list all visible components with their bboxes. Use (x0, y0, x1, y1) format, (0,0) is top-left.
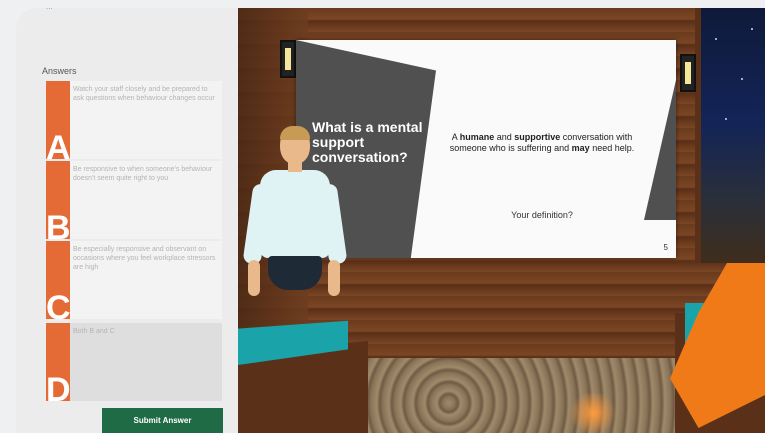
star-icon (741, 78, 743, 80)
definition-text: need help. (589, 143, 635, 153)
answer-text: Be responsive to when someone's behaviou… (73, 166, 213, 182)
star-icon (725, 118, 727, 120)
vr-scene: What is a mental support conversation? A… (238, 8, 765, 433)
avatar-hand (248, 260, 260, 296)
fire-glow (568, 393, 618, 433)
answer-option-a[interactable]: A Watch your staff closely and be prepar… (46, 81, 222, 165)
panel-header-text: ... (46, 8, 53, 11)
presentation-screen: What is a mental support conversation? A… (296, 40, 676, 258)
answer-text: Watch your staff closely and be prepared… (73, 86, 215, 102)
wall-lamp-icon (680, 54, 696, 92)
slide-page-number: 5 (663, 243, 668, 252)
star-icon (715, 38, 717, 40)
night-window (695, 8, 765, 263)
answer-text: Be especially responsive and observant o… (73, 246, 216, 271)
answer-letter: B (46, 209, 71, 247)
answers-label: Answers (42, 66, 77, 76)
submit-answer-button[interactable]: Submit Answer (102, 408, 223, 433)
answer-option-c[interactable]: C Be especially responsive and observant… (46, 241, 222, 325)
definition-emphasis: supportive (514, 132, 561, 142)
definition-emphasis: may (571, 143, 590, 153)
answer-option-b[interactable]: B Be responsive to when someone's behavi… (46, 161, 222, 245)
star-icon (751, 28, 753, 30)
avatar-hair (280, 126, 310, 140)
avatar-hand (328, 260, 340, 296)
slide-definition: A humane and supportive conversation wit… (432, 132, 652, 154)
avatar-character (242, 126, 348, 306)
answer-letter: C (46, 289, 71, 327)
definition-text: A (451, 132, 460, 142)
answer-letter: D (46, 371, 71, 409)
definition-emphasis: humane (459, 132, 495, 142)
answer-text: Both B and C (73, 328, 115, 335)
answer-letter: A (46, 129, 71, 167)
answer-option-d[interactable]: D Both B and C (46, 323, 222, 407)
wall-lamp-icon (280, 40, 296, 78)
app-frame: ... Answers A Watch your staff closely a… (16, 8, 765, 433)
avatar-torso (260, 170, 330, 258)
definition-text: and (494, 132, 515, 142)
avatar-pants (268, 256, 322, 290)
slide-prompt: Your definition? (511, 210, 573, 220)
answers-panel: ... Answers A Watch your staff closely a… (16, 8, 238, 433)
